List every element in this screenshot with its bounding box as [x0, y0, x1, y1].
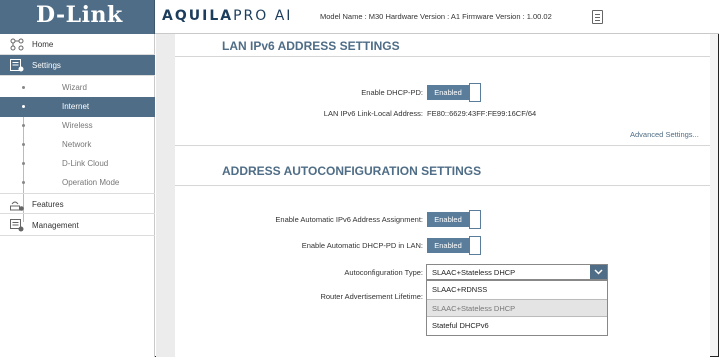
toggle-state: Enabled: [427, 238, 469, 253]
home-network-icon: [10, 38, 24, 51]
brand-logo: D-Link: [36, 2, 123, 28]
product-name-bold: AQUILA: [162, 8, 234, 24]
sidebar-sub-operation-mode[interactable]: Operation Mode: [0, 173, 155, 193]
top-header: D-Link AQUILAPRO AI Model Name : M30 Har…: [0, 0, 719, 34]
bullet-dot: [22, 105, 25, 108]
bullet-dot: [22, 124, 25, 127]
sidebar-sub-dlink-cloud[interactable]: D-Link Cloud: [0, 154, 155, 174]
dhcp-pd-toggle[interactable]: Enabled: [427, 83, 482, 102]
dhcp-pd-label: Enable DHCP-PD:: [361, 88, 423, 97]
section-divider: [175, 56, 710, 57]
link-local-label: LAN IPv6 Link-Local Address:: [323, 109, 423, 118]
management-icon: [10, 219, 24, 232]
sidebar-sub-label: D-Link Cloud: [62, 159, 109, 168]
section-title-autoconfig: ADDRESS AUTOCONFIGURATION SETTINGS: [222, 164, 482, 178]
bullet-dot: [22, 162, 25, 165]
sidebar-sub-label: Internet: [62, 102, 90, 111]
dropdown-option-slaac-rdnss[interactable]: SLAAC+RDNSS: [427, 281, 607, 299]
sidebar-item-features[interactable]: Features: [0, 193, 155, 214]
model-info: Model Name : M30 Hardware Version : A1 F…: [320, 12, 552, 21]
document-icon[interactable]: [592, 10, 603, 24]
router-adv-label: Router Advertisement Lifetime:: [320, 292, 423, 301]
sidebar-sub-wireless[interactable]: Wireless: [0, 116, 155, 136]
toggle-knob: [469, 236, 481, 255]
section-divider: [175, 185, 710, 186]
content-gutter: [156, 34, 175, 357]
features-icon: [10, 201, 24, 211]
sidebar-item-label: Settings: [32, 61, 61, 70]
settings-icon: [10, 59, 24, 72]
sidebar-sub-label: Wireless: [62, 121, 93, 130]
toggle-knob: [469, 210, 481, 229]
sidebar-sub-label: Wizard: [62, 83, 87, 92]
sidebar-item-management[interactable]: Management: [0, 215, 155, 236]
toggle-state: Enabled: [427, 212, 469, 227]
auto-pd-label: Enable Automatic DHCP-PD in LAN:: [301, 241, 423, 250]
auto-pd-toggle[interactable]: Enabled: [427, 236, 482, 255]
sidebar-sub-wizard[interactable]: Wizard: [0, 78, 155, 98]
section-divider: [175, 145, 710, 146]
sidebar-item-home[interactable]: Home: [0, 34, 155, 55]
select-current-value: SLAAC+Stateless DHCP: [432, 268, 516, 277]
sidebar-sub-internet[interactable]: Internet: [0, 97, 155, 117]
product-name: AQUILAPRO AI: [162, 8, 292, 24]
product-name-light: PRO AI: [233, 8, 293, 24]
dropdown-option-stateful-dhcpv6[interactable]: Stateful DHCPv6: [427, 317, 607, 335]
section-title-lan-ipv6: LAN IPv6 ADDRESS SETTINGS: [222, 39, 400, 53]
toggle-state: Enabled: [427, 85, 469, 100]
autoconf-type-dropdown: SLAAC+RDNSS SLAAC+Stateless DHCP Statefu…: [426, 280, 608, 336]
autoconf-type-label: Autoconfiguration Type:: [344, 268, 423, 277]
bullet-dot: [22, 86, 25, 89]
brand-logo-area: D-Link: [0, 0, 155, 34]
scrollbar[interactable]: [710, 34, 718, 356]
toggle-knob: [469, 83, 481, 102]
advanced-settings-link[interactable]: Advanced Settings...: [630, 130, 699, 139]
sidebar-item-settings[interactable]: Settings: [0, 55, 155, 76]
dropdown-option-slaac-stateless[interactable]: SLAAC+Stateless DHCP: [427, 299, 607, 317]
bullet-dot: [22, 143, 25, 146]
auto-assign-toggle[interactable]: Enabled: [427, 210, 482, 229]
sidebar-sub-network[interactable]: Network: [0, 135, 155, 155]
sidebar-item-label: Home: [32, 40, 54, 49]
sidebar-item-label: Management: [32, 221, 79, 230]
bullet-dot: [22, 181, 25, 184]
chevron-down-icon[interactable]: [590, 265, 607, 279]
sidebar-item-label: Features: [32, 200, 64, 209]
sidebar-sub-label: Operation Mode: [62, 178, 120, 187]
link-local-value: FE80::6629:43FF:FE99:16CF/64: [427, 109, 537, 118]
sidebar: Home Settings Wizard Internet Wireless N…: [0, 34, 155, 357]
sidebar-sub-label: Network: [62, 140, 92, 149]
auto-assign-label: Enable Automatic IPv6 Address Assignment…: [275, 215, 423, 224]
autoconf-type-select[interactable]: SLAAC+Stateless DHCP: [426, 264, 608, 280]
